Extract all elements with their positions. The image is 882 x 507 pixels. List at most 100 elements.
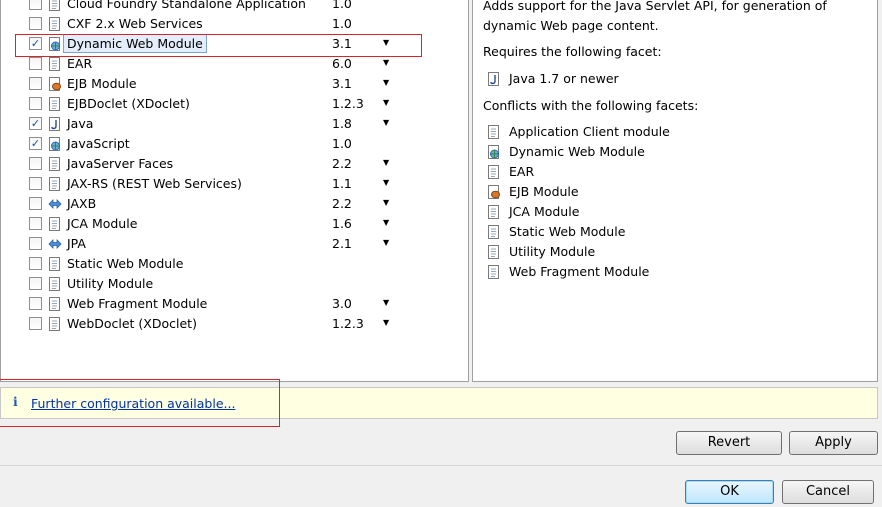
highlight-further-configuration — [0, 379, 280, 427]
facet-name: JPA — [67, 236, 86, 251]
facet-version[interactable]: 2.1 — [332, 236, 352, 251]
arrows-icon — [48, 196, 62, 212]
page-icon — [48, 176, 62, 192]
facet-row[interactable]: JCA Module 1.6 ▼ — [1, 214, 468, 234]
facet-name: EJB Module — [67, 76, 137, 91]
facet-checkbox[interactable] — [29, 177, 42, 190]
facet-row[interactable]: ✓ Java 1.8 ▼ — [1, 114, 468, 134]
facet-row[interactable]: EJBDoclet (XDoclet) 1.2.3 ▼ — [1, 94, 468, 114]
version-dropdown-icon[interactable]: ▼ — [383, 58, 389, 67]
facet-version[interactable]: 2.2 — [332, 156, 352, 171]
detail-item-label: JCA Module — [509, 204, 580, 219]
version-dropdown-icon[interactable]: ▼ — [383, 118, 389, 127]
java-icon — [487, 71, 501, 87]
page-icon — [48, 16, 62, 32]
page-icon — [48, 276, 62, 292]
facet-row[interactable]: CXF 2.x Web Services 1.0 — [1, 14, 468, 34]
facet-name: JCA Module — [67, 216, 138, 231]
cancel-button[interactable]: Cancel — [782, 480, 874, 504]
facet-checkbox[interactable] — [29, 257, 42, 270]
version-dropdown-icon[interactable]: ▼ — [383, 298, 389, 307]
facet-version[interactable]: 6.0 — [332, 56, 352, 71]
facet-row[interactable]: JavaServer Faces 2.2 ▼ — [1, 154, 468, 174]
detail-item-label: Java 1.7 or newer — [509, 71, 619, 86]
facet-name: Static Web Module — [67, 256, 184, 271]
facet-row[interactable]: Utility Module — [1, 274, 468, 294]
facet-checkbox[interactable] — [29, 17, 42, 30]
facet-row[interactable]: EJB Module 3.1 ▼ — [1, 74, 468, 94]
version-dropdown-icon[interactable]: ▼ — [383, 178, 389, 187]
facet-version[interactable]: 1.0 — [332, 136, 352, 151]
facet-version[interactable]: 1.0 — [332, 16, 352, 31]
version-dropdown-icon[interactable]: ▼ — [383, 198, 389, 207]
facet-checkbox[interactable] — [29, 0, 42, 10]
facet-checkbox[interactable] — [29, 317, 42, 330]
facet-details-panel: Adds support for the Java Servlet API, f… — [472, 0, 878, 382]
facet-name: JavaScript — [67, 136, 130, 151]
bean-page-icon — [487, 184, 501, 200]
facet-checkbox[interactable] — [29, 157, 42, 170]
description-line-1: Adds support for the Java Servlet API, f… — [483, 0, 827, 13]
requires-heading: Requires the following facet: — [483, 44, 662, 59]
facet-checkbox[interactable] — [29, 97, 42, 110]
facet-version[interactable]: 1.6 — [332, 216, 352, 231]
facet-version[interactable]: 1.2.3 — [332, 316, 364, 331]
version-dropdown-icon[interactable]: ▼ — [383, 78, 389, 87]
ok-button[interactable]: OK — [685, 480, 774, 504]
facet-name: Cloud Foundry Standalone Application — [67, 0, 306, 11]
facet-checkbox[interactable] — [29, 297, 42, 310]
revert-button[interactable]: Revert — [676, 431, 782, 455]
facet-name: CXF 2.x Web Services — [67, 16, 203, 31]
page-icon — [487, 244, 501, 260]
facet-row[interactable]: ✓ JavaScript 1.0 — [1, 134, 468, 154]
version-dropdown-icon[interactable]: ▼ — [383, 158, 389, 167]
page-icon — [487, 124, 501, 140]
facet-row[interactable]: WebDoclet (XDoclet) 1.2.3 ▼ — [1, 314, 468, 334]
detail-item-label: Utility Module — [509, 244, 596, 259]
facet-row[interactable]: Static Web Module — [1, 254, 468, 274]
version-dropdown-icon[interactable]: ▼ — [383, 98, 389, 107]
facet-name: Web Fragment Module — [67, 296, 208, 311]
facet-name: JavaServer Faces — [67, 156, 174, 171]
facet-checkbox[interactable]: ✓ — [29, 117, 42, 130]
facet-version[interactable]: 1.0 — [332, 0, 352, 11]
facet-version[interactable]: 1.1 — [332, 176, 352, 191]
facet-version[interactable]: 3.0 — [332, 296, 352, 311]
description-line-2: dynamic Web page content. — [483, 18, 659, 33]
facet-version[interactable]: 1.2.3 — [332, 96, 364, 111]
page-icon — [48, 56, 62, 72]
page-icon — [48, 0, 62, 12]
facet-row[interactable]: EAR 6.0 ▼ — [1, 54, 468, 74]
facet-checkbox[interactable] — [29, 77, 42, 90]
facet-checkbox[interactable] — [29, 217, 42, 230]
facet-checkbox[interactable] — [29, 57, 42, 70]
page-icon — [48, 316, 62, 332]
facet-checkbox[interactable]: ✓ — [29, 137, 42, 150]
globe-page-icon — [487, 144, 501, 160]
java-icon — [48, 116, 62, 132]
facet-row[interactable]: JAX-RS (REST Web Services) 1.1 ▼ — [1, 174, 468, 194]
facet-row[interactable]: Cloud Foundry Standalone Application 1.0 — [1, 0, 468, 14]
version-dropdown-icon[interactable]: ▼ — [383, 238, 389, 247]
apply-button[interactable]: Apply — [789, 431, 878, 455]
facet-row[interactable]: Web Fragment Module 3.0 ▼ — [1, 294, 468, 314]
page-icon — [48, 296, 62, 312]
page-icon — [48, 156, 62, 172]
version-dropdown-icon[interactable]: ▼ — [383, 218, 389, 227]
detail-item-label: EJB Module — [509, 184, 579, 199]
facet-checkbox[interactable] — [29, 237, 42, 250]
facet-row[interactable]: JAXB 2.2 ▼ — [1, 194, 468, 214]
facet-name: JAXB — [67, 196, 97, 211]
facet-name: Utility Module — [67, 276, 154, 291]
facet-name: JAX-RS (REST Web Services) — [67, 176, 242, 191]
facet-checkbox[interactable] — [29, 197, 42, 210]
facet-checkbox[interactable] — [29, 277, 42, 290]
page-icon — [48, 96, 62, 112]
facet-version[interactable]: 2.2 — [332, 196, 352, 211]
facet-version[interactable]: 3.1 — [332, 76, 352, 91]
facet-version[interactable]: 1.8 — [332, 116, 352, 131]
globe-page-icon — [48, 136, 62, 152]
page-icon — [487, 224, 501, 240]
version-dropdown-icon[interactable]: ▼ — [383, 318, 389, 327]
facet-row[interactable]: JPA 2.1 ▼ — [1, 234, 468, 254]
